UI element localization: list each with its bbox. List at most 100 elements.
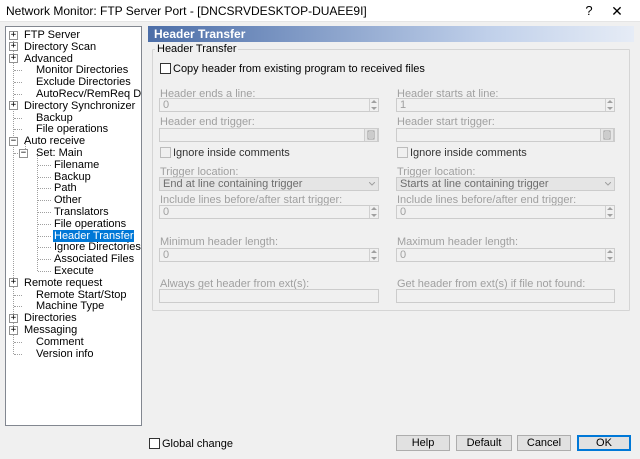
expand-icon[interactable]: +	[9, 101, 18, 111]
tree-item-label: Comment	[36, 335, 84, 348]
tree-item-label: Machine Type	[36, 300, 105, 313]
window-title-bar: Network Monitor: FTP Server Port - [DNCS…	[0, 0, 640, 22]
ignore-comments-left-checkbox[interactable]	[160, 147, 171, 158]
expand-icon[interactable]: +	[9, 30, 18, 40]
ignore-comments-right-label: Ignore inside comments	[410, 147, 527, 159]
tree-item-backup[interactable]: Backup	[35, 112, 74, 124]
tree-item-label: Associated Files	[54, 253, 135, 266]
tree-item-execute[interactable]: Execute	[53, 265, 95, 277]
cancel-button[interactable]: Cancel	[517, 435, 571, 451]
chevron-down-icon	[369, 182, 375, 186]
expand-icon[interactable]: +	[9, 313, 18, 323]
global-change-label: Global change	[162, 438, 233, 450]
document-icon	[367, 130, 375, 140]
expand-icon[interactable]: +	[9, 278, 18, 288]
tree-item-label: Version info	[36, 347, 94, 360]
tree-item-directory-scan[interactable]: Directory Scan	[23, 41, 97, 53]
header-start-trigger-browse-button[interactable]	[600, 128, 614, 142]
tree-item-file-operations[interactable]: File operations	[35, 123, 109, 135]
tree-item-label: Monitor Directories	[36, 64, 129, 77]
min-header-spin-buttons[interactable]	[369, 249, 378, 261]
tree-item-directories[interactable]: Directories	[23, 312, 78, 324]
include-end-spinner[interactable]: 0	[396, 205, 615, 219]
expand-icon[interactable]: +	[9, 54, 18, 64]
close-icon[interactable]: ✕	[602, 2, 632, 20]
tree-item-ignore-directories[interactable]: Ignore Directories	[53, 241, 141, 253]
panel-title: Header Transfer	[154, 27, 246, 41]
tree-item-label: Auto receive	[24, 135, 86, 148]
include-start-spin-buttons[interactable]	[369, 206, 378, 218]
group-title: Header Transfer	[155, 43, 239, 55]
tree-item-label: Header Transfer	[51, 228, 136, 243]
tree-item-exclude-directories[interactable]: Exclude Directories	[35, 76, 132, 88]
copy-header-checkbox[interactable]	[160, 63, 171, 74]
trigger-location-left-select[interactable]: End at line containing trigger	[159, 177, 379, 191]
max-header-spinner[interactable]: 0	[396, 248, 615, 262]
tree-connector-branch	[38, 200, 51, 202]
collapse-icon[interactable]: −	[19, 148, 28, 158]
tree-item-header-transfer[interactable]: Header Transfer	[51, 228, 136, 243]
tree-item-translators[interactable]: Translators	[53, 206, 110, 218]
tree-item-messaging[interactable]: Messaging	[23, 324, 78, 336]
tree-item-label: Filename	[54, 158, 100, 171]
get-if-not-found-input[interactable]	[396, 289, 615, 303]
tree-item-other[interactable]: Other	[53, 194, 83, 206]
tree-connector-branch	[14, 353, 22, 355]
tree-item-path[interactable]: Path	[53, 182, 78, 194]
header-starts-spin-buttons[interactable]	[605, 99, 614, 111]
tree-item-auto-receive[interactable]: Auto receive	[23, 135, 86, 147]
tree-item-remote-start-stop[interactable]: Remote Start/Stop	[35, 289, 128, 301]
tree-item-label: Backup	[54, 170, 91, 183]
expand-icon[interactable]: +	[9, 42, 18, 52]
tree-connector-branch	[38, 164, 51, 166]
tree-connector-branch	[14, 306, 22, 308]
tree-connector-branch	[14, 70, 22, 72]
tree-item-comment[interactable]: Comment	[35, 336, 85, 348]
tree-item-associated-files[interactable]: Associated Files	[53, 253, 135, 265]
always-get-input[interactable]	[159, 289, 379, 303]
tree-item-remote-request[interactable]: Remote request	[23, 277, 103, 289]
header-start-trigger-input[interactable]	[396, 128, 615, 142]
tree-item-label: Messaging	[24, 324, 78, 336]
trigger-location-right-select[interactable]: Starts at line containing trigger	[396, 177, 615, 191]
tree-item-file-operations[interactable]: File operations	[53, 218, 127, 230]
tree-item-backup[interactable]: Backup	[53, 171, 92, 183]
header-ends-spin-buttons[interactable]	[369, 99, 378, 111]
tree-item-advanced[interactable]: Advanced	[23, 53, 74, 65]
tree-connector-branch	[38, 235, 51, 237]
ok-button[interactable]: OK	[577, 435, 631, 451]
tree-item-monitor-directories[interactable]: Monitor Directories	[35, 64, 129, 76]
header-end-trigger-input[interactable]	[159, 128, 379, 142]
trigger-location-left-value: End at line containing trigger	[163, 178, 303, 190]
header-end-trigger-browse-button[interactable]	[364, 128, 378, 142]
tree-item-label: Remote Start/Stop	[36, 288, 127, 301]
tree-item-label: Other	[54, 194, 82, 207]
tree-item-label: Execute	[54, 265, 94, 277]
settings-tree[interactable]: + FTP Server + Directory Scan + Advanced Monit…	[5, 26, 142, 426]
max-header-spin-buttons[interactable]	[605, 249, 614, 261]
tree-item-autorecv-remreq-dirs[interactable]: AutoRecv/RemReq Dirs.	[35, 88, 141, 100]
tree-item-directory-synchronizer[interactable]: Directory Synchronizer	[23, 100, 136, 112]
min-header-value: 0	[163, 249, 170, 261]
window-title: Network Monitor: FTP Server Port - [DNCS…	[6, 4, 367, 18]
min-header-spinner[interactable]: 0	[159, 248, 379, 262]
tree-item-set-main[interactable]: Set: Main	[35, 147, 83, 159]
default-button[interactable]: Default	[456, 435, 512, 451]
collapse-icon[interactable]: −	[9, 136, 18, 146]
tree-connector-branch	[38, 271, 51, 272]
help-icon[interactable]: ?	[582, 3, 596, 19]
header-starts-spinner[interactable]: 1	[396, 98, 615, 112]
expand-icon[interactable]: +	[9, 325, 18, 335]
global-change-checkbox[interactable]	[149, 438, 160, 449]
include-end-spin-buttons[interactable]	[605, 206, 614, 218]
ignore-comments-right-checkbox[interactable]	[397, 147, 408, 158]
tree-item-ftp-server[interactable]: FTP Server	[23, 29, 81, 41]
tree-connector-branch	[38, 212, 51, 213]
header-ends-spinner[interactable]: 0	[159, 98, 379, 112]
help-button[interactable]: Help	[396, 435, 450, 451]
tree-item-version-info[interactable]: Version info	[35, 348, 94, 360]
tree-item-filename[interactable]: Filename	[53, 159, 100, 171]
tree-item-machine-type[interactable]: Machine Type	[35, 300, 105, 312]
include-start-spinner[interactable]: 0	[159, 205, 379, 219]
tree-item-label: Directory Synchronizer	[24, 99, 136, 112]
